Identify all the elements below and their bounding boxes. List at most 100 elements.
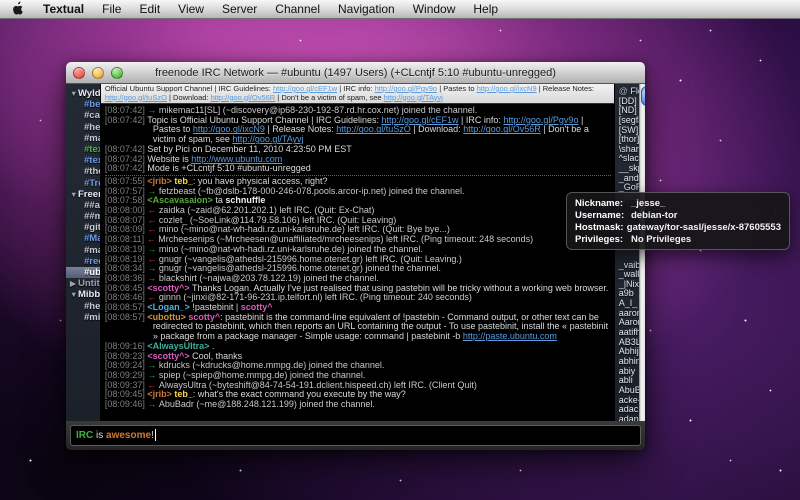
text-segment: . [209,341,214,351]
text-segment: fetzbeast (~fb@dslb-178-000-246-078.pool… [159,186,465,196]
chat-message: [08:08:57] <ubottu> scotty^: pastebinit … [105,313,611,342]
tooltip-label: Nickname: [575,198,631,210]
text-segment: <scotty^> [147,283,189,293]
user-info-tooltip: Nickname:_jesse_Username:debian-torHostm… [566,192,790,250]
tooltip-value: debian-tor [631,210,677,222]
menu-item-help[interactable]: Help [464,0,507,19]
hyperlink[interactable]: http://goo.gl/ixcN9 [193,124,265,134]
menu-item-channel[interactable]: Channel [266,0,329,19]
sidebar-group-mibbit-irc-network[interactable]: ▼Mibbit IRC Network [66,289,100,300]
topic-bar: Official Ubuntu Support Channel | IRC Gu… [101,84,614,104]
sidebar-item-reddit[interactable]: #reddit [66,256,100,267]
tooltip-row: Nickname:_jesse_ [575,198,781,210]
minimize-button[interactable] [92,67,104,79]
zoom-button[interactable] [111,67,123,79]
apple-menu[interactable] [0,1,34,18]
menu-item-navigation[interactable]: Navigation [329,0,404,19]
hyperlink[interactable]: http://paste.ubuntu.com [463,331,557,341]
text-segment: zaidka (~zaid@62.201.202.1) left IRC. (Q… [159,205,374,215]
disclosure-triangle-icon[interactable]: ▶ [70,278,78,289]
hyperlink[interactable]: http://goo.gl/tuSzO [336,124,411,134]
timestamp: [08:09:24] [105,360,148,370]
sidebar-item-bestechie[interactable]: #bestechie [66,99,100,110]
disclosure-triangle-icon[interactable]: ▼ [70,88,78,99]
timestamp: [08:09:23] [105,351,148,361]
sidebar-group-wyldryde-irc-network[interactable]: ▼WyldRyde IRC Network [66,88,100,99]
hyperlink[interactable]: http://goo.gl/Ov56R [463,124,541,134]
text-segment: <Ascavasaion> [147,195,213,205]
sidebar-group-untitled-connection[interactable]: ▶Untitled Connection [66,278,100,289]
text-segment: schnuffle [225,195,265,205]
network-label: WyldRyde IRC Network [78,88,101,99]
sidebar-item-mac[interactable]: ##mac [66,211,100,222]
scroll-down-arrow-icon[interactable]: ▼ [644,412,645,419]
hyperlink[interactable]: http://goo.gl/TAyvj [232,134,303,144]
sidebar-item-apple[interactable]: ##apple [66,200,100,211]
text-segment: | Release Notes: [537,84,594,93]
menu-item-textual[interactable]: Textual [34,0,93,19]
timestamp: [08:08:00] [105,205,148,215]
sidebar-item-textual-dev[interactable]: #textual-dev [66,155,100,166]
network-label: Freenode IRC Network [78,189,101,200]
network-label: Mibbit IRC Network [78,289,101,300]
sidebar-item-carlyjean[interactable]: #carlyjean [66,110,100,121]
text-segment: blackshirt (~najwa@203.78.122.19) joined… [159,273,379,283]
sidebar-item-help[interactable]: #help [66,122,100,133]
hyperlink[interactable]: http://www.ubuntu.com [191,154,282,164]
hyperlink[interactable]: http://goo.gl/tuSzO [105,93,167,102]
menu-bar: TextualFileEditViewServerChannelNavigati… [0,0,800,19]
scrollbar-thumb[interactable] [641,86,645,106]
hyperlink[interactable]: http://goo.gl/cEF1w [381,115,458,125]
menu-item-view[interactable]: View [169,0,213,19]
sidebar-item-mibbit[interactable]: #mibbit [66,312,100,323]
hyperlink[interactable]: http://goo.gl/Pgv9o [503,115,578,125]
sidebar-item-mandy[interactable]: #mandy [66,133,100,144]
sidebar-item-help[interactable]: #help [66,301,100,312]
tooltip-value: _jesse_ [631,198,665,210]
close-button[interactable] [73,67,85,79]
title-bar[interactable]: freenode IRC Network — #ubuntu (1497 Use… [66,62,645,84]
chat-message: [08:07:42] Topic is Official Ubuntu Supp… [105,116,611,145]
menu-item-edit[interactable]: Edit [130,0,169,19]
sidebar-item-MacOSX[interactable]: #MacOSX [66,233,100,244]
timestamp: [08:08:09] [105,224,148,234]
text-segment: ginnn (~jinxi@82-171-96-231.ip.telfort.n… [159,292,472,302]
timestamp: [08:07:55] [105,176,148,186]
text-segment: AlwaysUltra (~byteshift@84-74-54-191.dcl… [159,380,477,390]
text-caret [155,429,156,441]
text-segment: | Download: [411,124,463,134]
text-segment: <jrib> [147,176,172,186]
scrollbar[interactable]: ▲ ▼ [639,84,645,421]
tooltip-row: Hostmask:gateway/tor-sasl/jesse/x-876055… [575,222,781,234]
menu-item-file[interactable]: File [93,0,130,19]
hyperlink[interactable]: http://goo.gl/TAyvj [384,93,443,102]
text-segment: | Release Notes: [265,124,336,134]
hyperlink[interactable]: http://goo.gl/ixcN9 [477,84,537,93]
text-segment: : you have physical access, right? [193,176,328,186]
disclosure-triangle-icon[interactable]: ▼ [70,189,78,200]
timestamp: [08:09:16] [105,341,148,351]
hyperlink[interactable]: http://goo.gl/Ov56R [211,93,276,102]
text-segment: → [147,244,159,254]
text-segment: <Logan_> [147,302,190,312]
menu-item-window[interactable]: Window [404,0,465,19]
message-input[interactable]: IRC is awesome! [70,425,641,446]
sidebar-item-ubuntu[interactable]: #ubuntu [66,267,100,278]
sidebar-item-thetechbuzz[interactable]: #thetechbuzz [66,166,100,177]
text-segment: <scotty^> [147,351,189,361]
text-segment: | IRC info: [459,115,504,125]
menu-item-server[interactable]: Server [213,0,266,19]
window-title: freenode IRC Network — #ubuntu (1497 Use… [155,67,556,79]
tooltip-label: Hostmask: [575,222,627,234]
text-segment: : what's the exact command you execute b… [193,389,406,399]
scroll-up-arrow-icon[interactable]: ▲ [644,404,645,411]
sidebar-item-macosxdev[interactable]: #macosxdev [66,245,100,256]
sidebar-item-TreeOfSouls[interactable]: #TreeOfSouls [66,178,100,189]
text-segment: spiep (~spiep@home.mmpg.de) joined the c… [159,370,366,380]
timestamp: [08:07:42] [105,144,148,154]
sidebar-item-github[interactable]: #github [66,222,100,233]
sidebar-item-textual[interactable]: #textual [66,144,100,155]
text-segment: → [147,370,159,380]
sidebar-group-freenode-irc-network[interactable]: ▼Freenode IRC Network [66,189,100,200]
disclosure-triangle-icon[interactable]: ▼ [70,289,78,300]
